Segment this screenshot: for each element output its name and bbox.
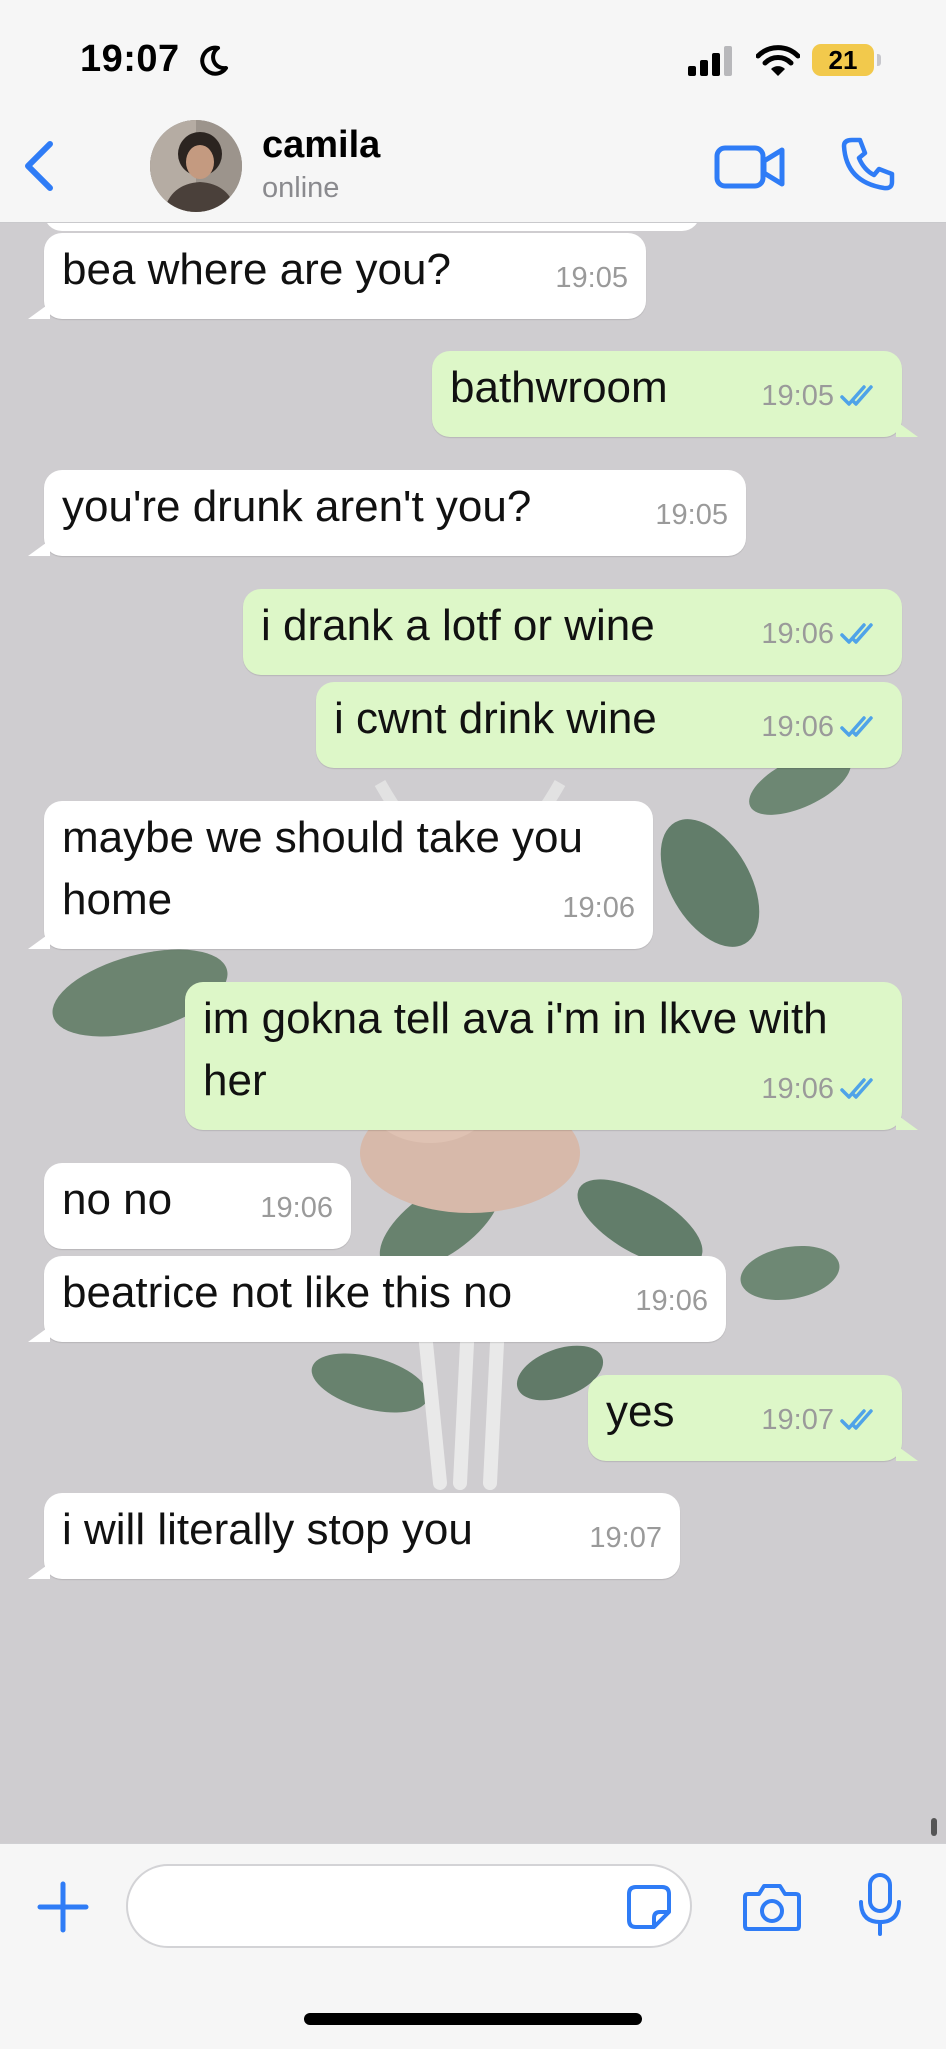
moon-icon xyxy=(200,45,228,76)
previous-message-edge xyxy=(44,223,700,231)
message-time: 19:06 xyxy=(761,711,834,743)
message-text: maybe we should take you home xyxy=(62,813,583,924)
message-text: you're drunk aren't you? xyxy=(62,482,532,531)
avatar-image xyxy=(150,120,242,212)
incoming-message[interactable]: beatrice not like this no 19:06 xyxy=(28,1256,726,1342)
status-bar: 19:07 21 xyxy=(0,0,946,110)
incoming-message[interactable]: no no 19:06 xyxy=(44,1163,351,1249)
message-meta: 19:07 xyxy=(761,1389,884,1451)
read-receipt-icon xyxy=(840,1409,873,1430)
outgoing-message[interactable]: bathwroom 19:05 xyxy=(432,351,918,437)
read-receipt-icon xyxy=(840,623,873,644)
read-receipt-icon xyxy=(840,716,873,737)
read-receipt-icon xyxy=(840,1078,873,1099)
back-button[interactable] xyxy=(18,138,64,194)
outgoing-message[interactable]: yes 19:07 xyxy=(588,1375,918,1461)
message-time: 19:05 xyxy=(655,499,728,531)
home-indicator[interactable] xyxy=(304,2013,642,2025)
read-receipt-icon xyxy=(840,385,873,406)
message-time: 19:07 xyxy=(761,1404,834,1436)
incoming-message[interactable]: bea where are you? 19:05 xyxy=(28,233,646,319)
battery-level: 21 xyxy=(828,45,858,75)
outgoing-message[interactable]: im gokna tell ava i'm in lkve with her 1… xyxy=(185,982,918,1130)
message-meta: 19:06 xyxy=(562,877,635,939)
message-time: 19:05 xyxy=(555,262,628,294)
message-meta: 19:05 xyxy=(761,365,884,427)
message-time: 19:06 xyxy=(260,1192,333,1224)
sticker-icon[interactable] xyxy=(626,1884,672,1930)
incoming-message[interactable]: you're drunk aren't you? 19:05 xyxy=(28,470,746,556)
camera-icon[interactable] xyxy=(742,1880,802,1934)
chat-header: camila online xyxy=(0,110,946,223)
message-meta: 19:05 xyxy=(655,484,728,546)
incoming-message[interactable]: maybe we should take you home 19:06 xyxy=(28,801,653,949)
message-text: bea where are you? xyxy=(62,245,451,294)
status-time: 19:07 xyxy=(80,38,180,80)
video-call-icon[interactable] xyxy=(714,140,786,192)
message-meta: 19:06 xyxy=(761,696,884,758)
message-meta: 19:05 xyxy=(555,247,628,309)
message-time: 19:06 xyxy=(635,1285,708,1317)
avatar[interactable] xyxy=(150,120,242,212)
outgoing-message[interactable]: i drank a lotf or wine 19:06 xyxy=(243,589,902,675)
message-meta: 19:06 xyxy=(260,1177,333,1239)
wifi-icon xyxy=(756,45,800,76)
contact-name[interactable]: camila xyxy=(262,124,380,167)
message-time: 19:06 xyxy=(562,892,635,924)
message-meta: 19:06 xyxy=(761,603,884,665)
message-input[interactable] xyxy=(126,1864,692,1948)
phone-icon[interactable] xyxy=(838,134,898,194)
scroll-indicator[interactable] xyxy=(931,1818,937,1836)
microphone-icon[interactable] xyxy=(856,1872,904,1938)
message-time: 19:05 xyxy=(761,380,834,412)
message-time: 19:06 xyxy=(761,1073,834,1105)
message-list[interactable]: bea where are you? 19:05 bathwroom 19:05… xyxy=(0,223,946,1843)
message-text: beatrice not like this no xyxy=(62,1268,513,1317)
plus-icon[interactable] xyxy=(36,1880,90,1934)
message-meta: 19:07 xyxy=(589,1507,662,1569)
outgoing-message[interactable]: i cwnt drink wine 19:06 xyxy=(316,682,902,768)
message-meta: 19:06 xyxy=(761,1058,884,1120)
message-time: 19:06 xyxy=(761,618,834,650)
battery-icon: 21 xyxy=(812,44,874,76)
battery-nub xyxy=(877,54,881,66)
signal-icon xyxy=(688,46,732,76)
message-meta: 19:06 xyxy=(635,1270,708,1332)
message-text: i will literally stop you xyxy=(62,1505,473,1554)
incoming-message[interactable]: i will literally stop you 19:07 xyxy=(28,1493,680,1579)
contact-status: online xyxy=(262,172,340,204)
message-time: 19:07 xyxy=(589,1522,662,1554)
